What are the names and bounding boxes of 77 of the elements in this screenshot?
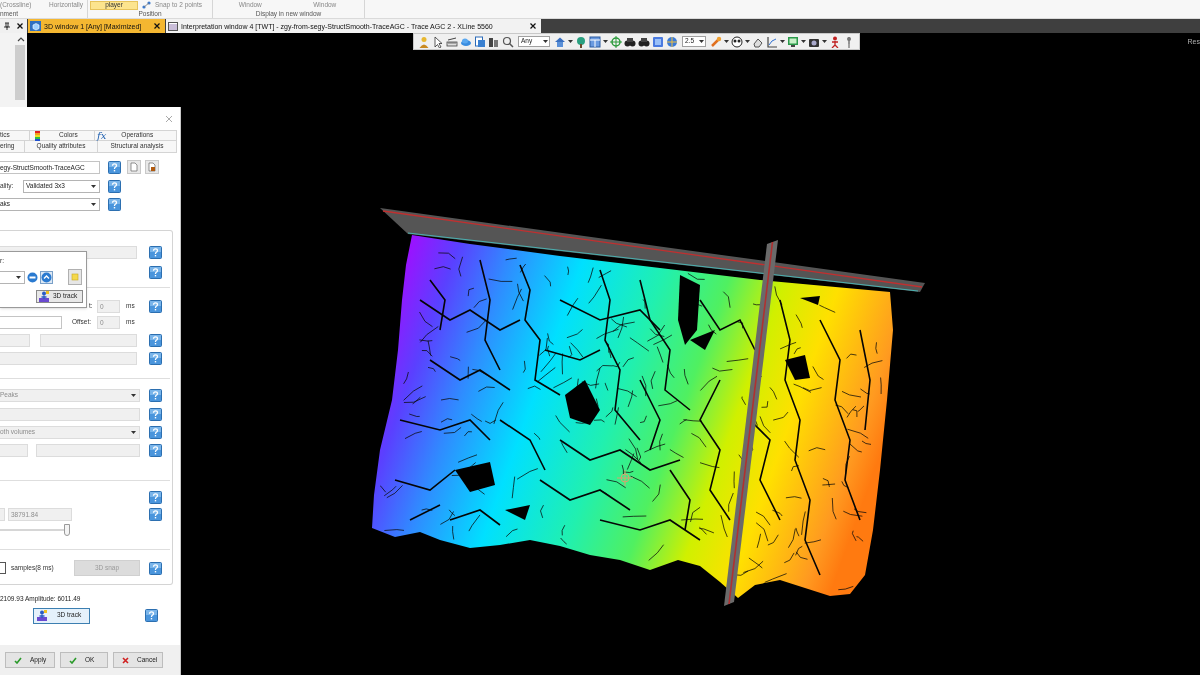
caret-icon [91, 185, 96, 188]
pointer-icon[interactable] [432, 35, 444, 48]
window-icon[interactable] [589, 35, 601, 48]
caret-icon [568, 40, 573, 43]
figure-icon [37, 610, 47, 621]
document-image-icon[interactable] [145, 160, 159, 174]
check-icon [14, 656, 22, 664]
input-field[interactable] [0, 443, 28, 457]
caret-icon [603, 40, 608, 43]
home-icon[interactable] [554, 35, 566, 48]
color-scale-icon [35, 130, 40, 141]
help-icon[interactable] [149, 561, 162, 575]
chevron-circle-icon[interactable] [40, 270, 53, 284]
binoculars-icon[interactable] [624, 35, 636, 48]
input-field[interactable] [40, 333, 137, 347]
help-icon[interactable] [149, 299, 162, 313]
cross-icon [122, 656, 129, 664]
help-icon[interactable] [108, 180, 121, 193]
crosshair-cursor-icon [616, 469, 634, 487]
input-field[interactable] [0, 407, 140, 421]
caret-icon [91, 203, 96, 206]
caret-icon [131, 430, 136, 434]
globe-icon[interactable] [666, 35, 678, 48]
caret-icon [780, 40, 785, 43]
snap-points-icon [142, 1, 151, 9]
wrench-icon[interactable] [710, 35, 722, 48]
input-field[interactable] [0, 315, 62, 329]
ruler-icon[interactable] [446, 35, 458, 48]
magnifier-icon[interactable] [502, 35, 514, 48]
binoculars-icon[interactable] [638, 35, 650, 48]
tree-icon[interactable] [575, 35, 587, 48]
slider-track[interactable] [0, 524, 70, 536]
input-field[interactable] [0, 333, 30, 347]
help-icon[interactable] [149, 265, 162, 279]
check-icon [69, 656, 77, 664]
help-icon[interactable] [145, 609, 158, 622]
close-icon[interactable] [17, 23, 24, 29]
figure-icon [39, 291, 49, 302]
help-icon[interactable] [108, 160, 121, 174]
help-icon[interactable] [149, 425, 162, 439]
image-icon [168, 21, 178, 31]
scroll-up-icon[interactable] [17, 36, 25, 42]
close-icon[interactable] [154, 23, 160, 29]
help-icon[interactable] [149, 245, 162, 259]
minus-circle-icon[interactable] [27, 271, 38, 283]
figure-icon[interactable] [829, 35, 841, 48]
help-icon[interactable] [149, 443, 162, 457]
axes-icon[interactable] [766, 35, 778, 48]
caret-icon [16, 275, 21, 279]
caret-icon [699, 40, 704, 43]
help-icon[interactable] [149, 507, 162, 521]
help-icon[interactable] [149, 333, 162, 347]
pin-icon[interactable] [3, 22, 10, 30]
swatch-icon[interactable] [68, 269, 82, 285]
caret-icon [745, 40, 750, 43]
caret-icon [724, 40, 729, 43]
help-icon[interactable] [149, 407, 162, 421]
help-icon[interactable] [149, 351, 162, 365]
tile-icon[interactable] [652, 35, 664, 48]
help-icon[interactable] [149, 490, 162, 504]
caret-icon [801, 40, 806, 43]
documents-icon[interactable] [474, 35, 486, 48]
monitor-icon[interactable] [787, 35, 799, 48]
input-field[interactable] [36, 443, 140, 457]
cube-icon [30, 21, 41, 31]
scrollbar-thumb[interactable] [15, 45, 25, 100]
input-field[interactable] [0, 351, 137, 365]
face-icon[interactable] [731, 35, 743, 48]
bars-icon[interactable] [488, 35, 500, 48]
caret-icon [822, 40, 827, 43]
help-icon[interactable] [108, 198, 121, 211]
dropdown[interactable] [0, 270, 25, 284]
caret-icon [131, 393, 136, 397]
help-icon[interactable] [149, 388, 162, 402]
input-field[interactable] [0, 507, 5, 521]
caret-icon [543, 40, 548, 43]
close-icon[interactable] [530, 23, 536, 29]
